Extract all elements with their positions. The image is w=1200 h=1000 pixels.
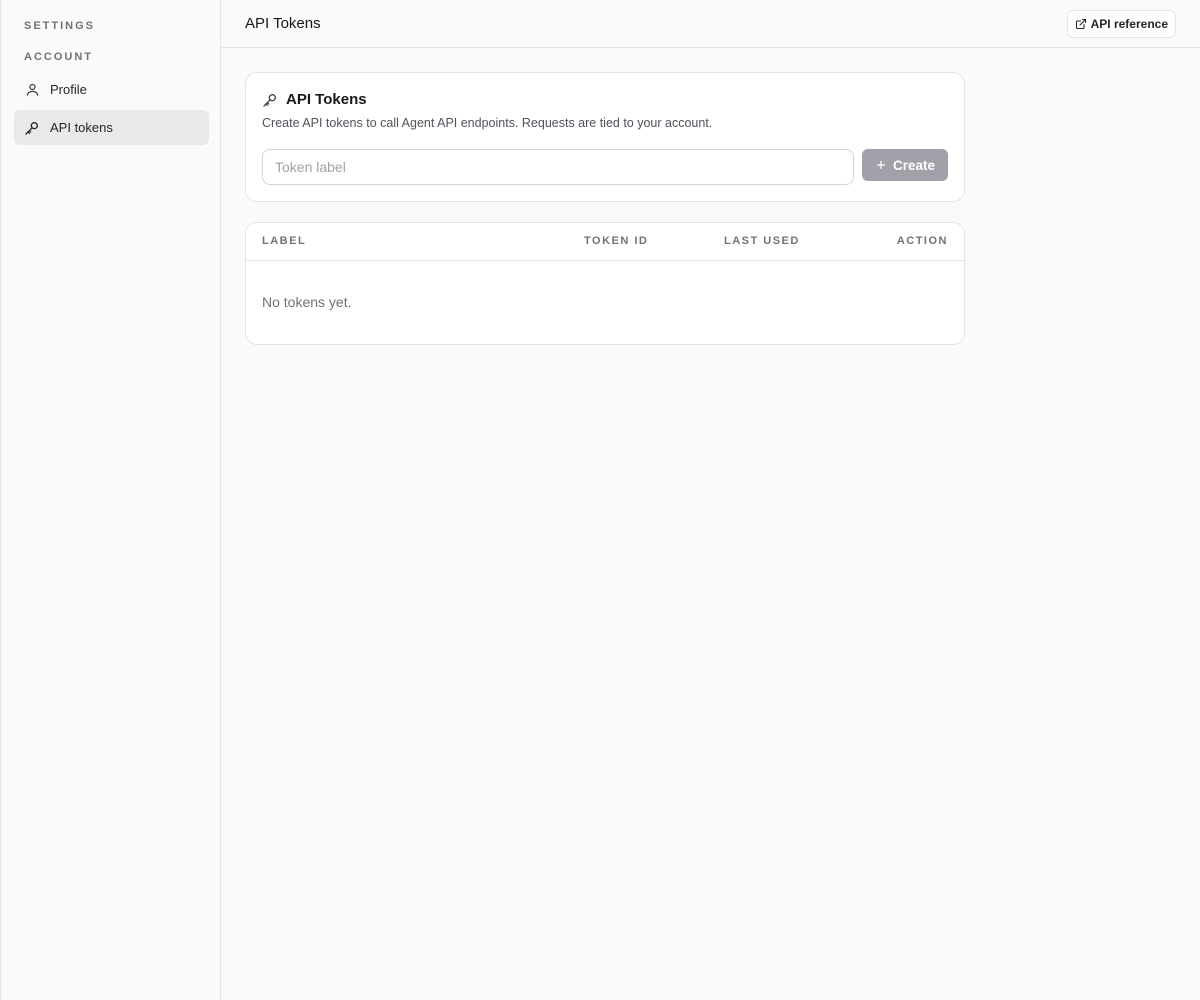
sidebar-item-profile[interactable]: Profile xyxy=(14,72,209,107)
create-token-card: API Tokens Create API tokens to call Age… xyxy=(245,72,965,202)
table-header: LABEL TOKEN ID LAST USED ACTION xyxy=(246,223,964,261)
column-header-token-id: TOKEN ID xyxy=(584,235,649,247)
card-description: Create API tokens to call Agent API endp… xyxy=(262,116,713,130)
card-title-text: API Tokens xyxy=(286,91,367,108)
tokens-table: LABEL TOKEN ID LAST USED ACTION No token… xyxy=(245,222,965,345)
account-section-label: ACCOUNT xyxy=(24,51,93,63)
create-button-label: Create xyxy=(892,157,936,173)
column-header-label: LABEL xyxy=(262,235,307,247)
sidebar-item-label: API tokens xyxy=(50,120,113,135)
api-reference-label: API reference xyxy=(1090,17,1168,31)
token-label-input[interactable] xyxy=(262,149,854,185)
sidebar-item-label: Profile xyxy=(50,82,87,97)
sidebar-item-api-tokens[interactable]: API tokens xyxy=(14,110,209,145)
key-icon xyxy=(24,120,40,136)
column-header-action: ACTION xyxy=(896,235,948,247)
column-header-last-used: LAST USED xyxy=(724,235,800,247)
api-reference-button[interactable]: API reference xyxy=(1066,10,1176,38)
external-link-icon xyxy=(1075,18,1087,30)
empty-state-text: No tokens yet. xyxy=(262,294,352,310)
settings-sidebar: SETTINGS ACCOUNT Profile API tokens xyxy=(0,0,221,1000)
key-icon xyxy=(262,92,278,108)
settings-section-label: SETTINGS xyxy=(24,20,96,32)
plus-icon xyxy=(875,159,887,171)
create-token-button[interactable]: Create xyxy=(862,149,948,181)
page-title: API Tokens xyxy=(245,15,321,32)
top-bar: API Tokens API reference xyxy=(221,0,1200,48)
user-icon xyxy=(24,82,40,98)
card-title: API Tokens xyxy=(262,91,367,108)
